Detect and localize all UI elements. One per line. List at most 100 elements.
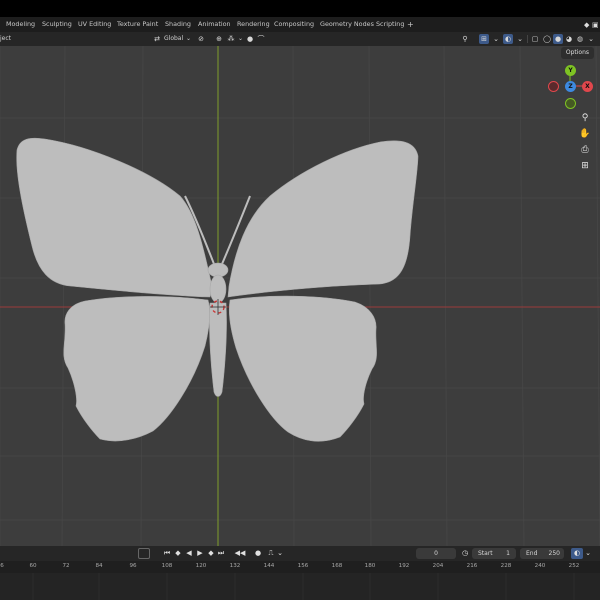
scene-icon[interactable]: ◆ xyxy=(584,19,589,31)
left-forewing[interactable] xyxy=(16,137,213,298)
gizmo-chevron-icon[interactable]: ⌄ xyxy=(491,34,501,44)
tick-label: 156 xyxy=(297,563,309,569)
timer-icon[interactable]: ◷ xyxy=(460,548,470,559)
start-label: Start xyxy=(478,550,493,557)
object-menu[interactable]: ject xyxy=(0,32,11,46)
tick-label: 72 xyxy=(62,563,70,569)
frame-ruler[interactable]: 6 60 72 84 96 108 120 132 144 156 168 18… xyxy=(0,561,600,573)
chevron-down-icon[interactable]: ⌄ xyxy=(186,32,191,46)
gizmo-toggle-icon[interactable]: ⊞ xyxy=(479,34,489,44)
viewport-canvas xyxy=(0,46,600,546)
end-value: 250 xyxy=(548,550,560,557)
keyframe-nav-icon[interactable]: ◀◀ xyxy=(232,548,248,559)
solid-shading-icon[interactable]: ● xyxy=(553,34,563,44)
gizmo-x-handle[interactable]: X xyxy=(582,81,593,92)
title-bar xyxy=(0,0,600,17)
tick-label: 120 xyxy=(195,563,207,569)
tab-sculpting[interactable]: Sculpting xyxy=(42,17,72,32)
butterfly-thorax[interactable] xyxy=(209,274,227,304)
tick-label: 204 xyxy=(432,563,444,569)
tick-label: 252 xyxy=(568,563,580,569)
end-frame-field[interactable]: End 250 xyxy=(520,548,564,559)
tick-label: 96 xyxy=(129,563,137,569)
add-workspace-button[interactable]: + xyxy=(407,17,414,32)
perspective-grid-icon[interactable]: ⊞ xyxy=(578,159,592,173)
gizmo-neg-y-handle[interactable] xyxy=(565,98,576,109)
transform-orientation-dropdown[interactable]: Global xyxy=(164,32,183,46)
workspace-tabs: Modeling Sculpting UV Editing Texture Pa… xyxy=(0,17,600,32)
wireframe-shading-icon[interactable]: ◯ xyxy=(542,34,552,44)
overlays-chevron-icon[interactable]: ⌄ xyxy=(515,34,525,44)
auto-keying-icon[interactable] xyxy=(138,548,150,559)
tab-shading[interactable]: Shading xyxy=(165,17,191,32)
xray-icon[interactable]: ▢ xyxy=(530,34,540,44)
options-button[interactable]: Options xyxy=(560,47,594,59)
keying-chevron-icon[interactable]: ⌄ xyxy=(276,548,284,559)
tick-label: 180 xyxy=(364,563,376,569)
butterfly-model[interactable] xyxy=(16,137,419,442)
tick-label: 6 xyxy=(0,563,4,569)
render-view-icon[interactable]: ◐ xyxy=(571,548,583,559)
tick-label: 168 xyxy=(331,563,343,569)
pan-hand-icon[interactable]: ✋ xyxy=(578,127,592,141)
material-shading-icon[interactable]: ◕ xyxy=(564,34,574,44)
tab-rendering[interactable]: Rendering xyxy=(237,17,270,32)
render-chevron-icon[interactable]: ⌄ xyxy=(584,548,592,559)
zoom-icon[interactable]: ⚲ xyxy=(578,111,592,125)
play-reverse-icon[interactable]: ◀ xyxy=(184,548,194,559)
3d-viewport[interactable]: Options Y X Z ⚲ ✋ ⎙ ⊞ xyxy=(0,46,600,546)
tab-geometry-nodes[interactable]: Geometry Nodes xyxy=(320,17,374,32)
tick-label: 108 xyxy=(161,563,173,569)
tick-label: 216 xyxy=(466,563,478,569)
timeline-track[interactable] xyxy=(0,573,600,600)
camera-icon[interactable]: ⎙ xyxy=(578,143,592,157)
snap-icon[interactable]: ⊕ xyxy=(214,34,224,44)
tick-label: 144 xyxy=(263,563,275,569)
tab-modeling[interactable]: Modeling xyxy=(6,17,35,32)
next-keyframe-icon[interactable]: ◆ xyxy=(206,548,216,559)
tick-label: 192 xyxy=(398,563,410,569)
tab-animation[interactable]: Animation xyxy=(198,17,231,32)
jump-start-icon[interactable]: ⏮ xyxy=(162,548,172,559)
tick-label: 240 xyxy=(534,563,546,569)
current-frame-field[interactable]: 0 xyxy=(416,548,456,559)
timeline-header: ⏮ ◆ ◀ ▶ ◆ ⏭ ◀◀ ● ⎍ ⌄ 0 ◷ Start 1 End 250… xyxy=(0,546,600,561)
snap-chevron-icon[interactable]: ⌄ xyxy=(238,32,243,46)
right-hindwing[interactable] xyxy=(228,295,377,442)
right-forewing[interactable] xyxy=(227,140,419,298)
play-icon[interactable]: ▶ xyxy=(195,548,205,559)
rendered-shading-icon[interactable]: ◍ xyxy=(575,34,585,44)
jump-end-icon[interactable]: ⏭ xyxy=(216,548,226,559)
scene-browse-icon[interactable]: ▣ xyxy=(592,19,599,31)
tick-label: 60 xyxy=(29,563,37,569)
pivot-point-icon[interactable]: ⊘ xyxy=(196,34,206,44)
transform-orientation-icon: ⇄ xyxy=(154,35,160,43)
divider xyxy=(527,35,528,43)
end-label: End xyxy=(526,550,538,557)
visibility-icon[interactable]: ⚲ xyxy=(460,34,470,44)
butterfly-abdomen[interactable] xyxy=(209,302,227,397)
tab-texture-paint[interactable]: Texture Paint xyxy=(117,17,158,32)
record-icon[interactable]: ● xyxy=(253,548,263,559)
falloff-icon[interactable]: ⌒ xyxy=(256,34,266,44)
snap-target-icon[interactable]: ⁂ xyxy=(226,34,236,44)
start-frame-field[interactable]: Start 1 xyxy=(472,548,516,559)
tick-label: 84 xyxy=(95,563,103,569)
tick-label: 132 xyxy=(229,563,241,569)
gizmo-y-handle[interactable]: Y xyxy=(565,65,576,76)
timeline-track-lines xyxy=(0,573,600,600)
tick-label: 228 xyxy=(500,563,512,569)
tab-uv-editing[interactable]: UV Editing xyxy=(78,17,111,32)
gizmo-neg-x-handle[interactable] xyxy=(548,81,559,92)
keying-set-icon[interactable]: ⎍ xyxy=(266,548,276,559)
tab-compositing[interactable]: Compositing xyxy=(274,17,314,32)
gizmo-z-handle[interactable]: Z xyxy=(565,81,576,92)
tab-scripting[interactable]: Scripting xyxy=(376,17,404,32)
viewport-header: ject ⇄ Global ⌄ ⊘ ⊕ ⁂ ⌄ ● ⌒ ⚲ ⊞ ⌄ ◐ ⌄ ▢ … xyxy=(0,32,600,46)
shading-chevron-icon[interactable]: ⌄ xyxy=(586,34,596,44)
left-hindwing[interactable] xyxy=(63,296,210,442)
proportional-edit-icon[interactable]: ● xyxy=(245,34,255,44)
start-value: 1 xyxy=(506,550,510,557)
overlays-icon[interactable]: ◐ xyxy=(503,34,513,44)
prev-keyframe-icon[interactable]: ◆ xyxy=(173,548,183,559)
